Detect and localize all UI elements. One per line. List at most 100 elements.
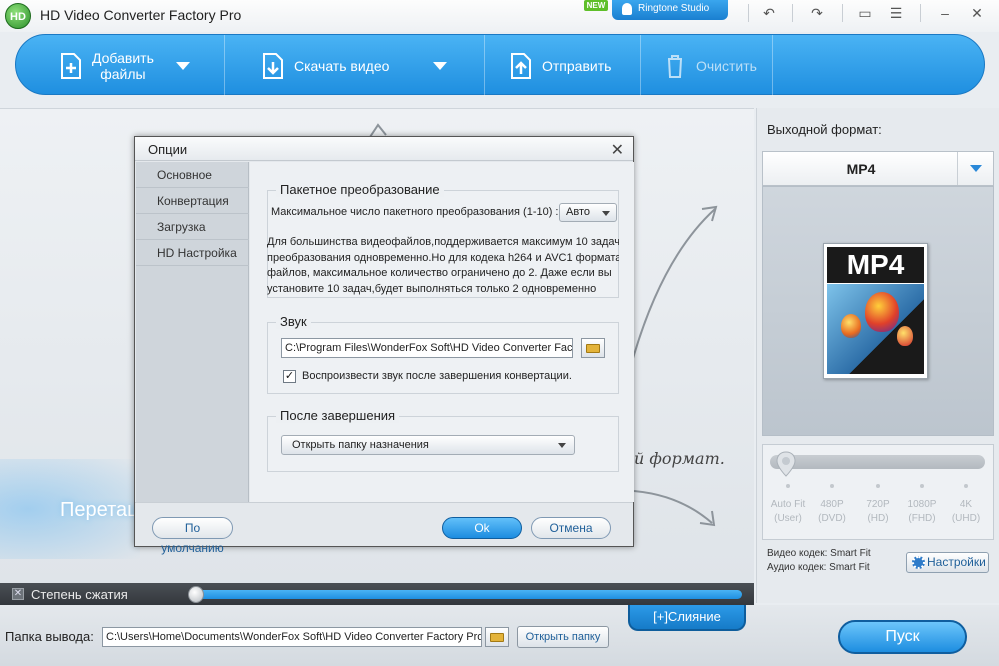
feedback-icon[interactable]: ▭ <box>854 2 876 24</box>
batch-info-line: Для большинства видеофайлов,поддерживает… <box>267 236 619 248</box>
download-dropdown-icon[interactable] <box>433 62 447 70</box>
dialog-title: Опции <box>148 142 188 157</box>
quality-label-top: Auto Fit <box>770 499 806 510</box>
gear-icon <box>912 556 925 569</box>
clear-label: Очистить <box>696 57 757 74</box>
close-icon[interactable]: ✕ <box>611 140 624 160</box>
separator <box>748 4 749 22</box>
separator <box>640 35 641 96</box>
separator <box>920 4 921 22</box>
batch-max-label: Максимальное число пакетного преобразова… <box>271 206 559 218</box>
dialog-nav: Основное Конвертация Загрузка HD Настрой… <box>136 162 249 502</box>
add-files-label-line1: Добавить <box>92 49 154 66</box>
folder-icon <box>490 633 504 642</box>
output-format-label: Выходной формат: <box>767 122 882 137</box>
quality-label-bottom: (DVD) <box>818 513 846 524</box>
default-button[interactable]: По умолчанию <box>152 517 233 555</box>
main-toolbar: Добавить файлы Скачать видео Отправить О… <box>15 34 985 96</box>
separator <box>484 35 485 96</box>
nav-item-conversion[interactable]: Конвертация <box>136 188 249 214</box>
sound-group-title: Звук <box>276 314 311 329</box>
quality-tick <box>876 484 880 488</box>
compression-slider-handle[interactable] <box>188 586 204 603</box>
download-icon <box>262 52 284 79</box>
decorative-arrow-icon <box>629 205 718 370</box>
map-pin-icon[interactable] <box>776 451 796 477</box>
ok-button[interactable]: Ok <box>442 517 522 539</box>
send-button[interactable]: Отправить <box>510 35 611 96</box>
add-files-dropdown-icon[interactable] <box>176 62 190 70</box>
trash-icon <box>664 53 686 79</box>
separator <box>792 4 793 22</box>
quality-label-bottom: (UHD) <box>951 513 981 524</box>
batch-info-line: преобразования одновременно.Но для кодек… <box>267 252 619 264</box>
browse-output-folder-button[interactable] <box>485 627 509 647</box>
batch-group-title: Пакетное преобразование <box>276 182 444 197</box>
add-files-button[interactable]: Добавить файлы <box>60 35 154 96</box>
dialog-footer: По умолчанию Ok Отмена <box>135 502 633 555</box>
sound-file-input[interactable]: C:\Program Files\WonderFox Soft\HD Video… <box>281 338 573 358</box>
close-icon[interactable]: ✕ <box>966 2 988 24</box>
sound-group <box>267 322 619 394</box>
compression-slider[interactable] <box>190 590 742 599</box>
browse-sound-button[interactable] <box>581 338 605 358</box>
quality-label-bottom: (FHD) <box>908 513 936 524</box>
add-files-label: Добавить файлы <box>92 50 154 82</box>
folder-icon <box>586 344 600 353</box>
nav-item-download[interactable]: Загрузка <box>136 214 249 240</box>
after-completion-select[interactable]: Открыть папку назначения <box>281 435 575 455</box>
output-format-value: MP4 <box>846 161 876 177</box>
play-sound-label: Воспроизвести звук после завершения конв… <box>302 370 572 382</box>
quality-label-720p[interactable]: 720P (HD) <box>858 498 898 526</box>
quality-label-top: 1080P <box>907 499 937 510</box>
add-files-label-line2: файлы <box>100 65 146 82</box>
decorative-arrow-icon <box>633 490 716 527</box>
quality-label-auto[interactable]: Auto Fit (User) <box>768 498 808 526</box>
quality-label-1080p[interactable]: 1080P (FHD) <box>902 498 942 526</box>
quality-label-4k[interactable]: 4K (UHD) <box>946 498 986 526</box>
settings-button[interactable]: Настройки <box>906 552 989 573</box>
drop-hint-text: Перетащ <box>60 499 144 521</box>
output-folder-input[interactable]: C:\Users\Home\Documents\WonderFox Soft\H… <box>102 627 482 647</box>
batch-max-select[interactable]: Авто <box>559 203 617 222</box>
ringtone-studio-label: Ringtone Studio <box>638 3 710 14</box>
merge-button[interactable]: [+]Слияние <box>628 605 746 631</box>
cancel-button[interactable]: Отмена <box>531 517 611 539</box>
compression-label: Степень сжатия <box>31 587 128 602</box>
output-format-select[interactable]: MP4 <box>762 151 994 186</box>
send-label: Отправить <box>542 57 612 74</box>
quality-slider[interactable] <box>770 455 985 469</box>
quality-tick <box>964 484 968 488</box>
ringtone-studio-button[interactable]: Ringtone Studio <box>612 0 728 20</box>
undo-icon[interactable]: ↶ <box>758 2 780 24</box>
title-bar: HD HD Video Converter Factory Pro NEW Ri… <box>0 0 999 32</box>
nav-item-hd-settings[interactable]: HD Настройка <box>136 240 249 266</box>
balloon-image <box>827 284 924 374</box>
upload-icon <box>510 52 532 79</box>
app-title: HD Video Converter Factory Pro <box>40 7 242 23</box>
dialog-title-bar[interactable]: Опции ✕ <box>135 137 633 161</box>
quality-label-bottom: (User) <box>774 513 802 524</box>
download-video-button[interactable]: Скачать видео <box>262 35 389 96</box>
redo-icon[interactable]: ↷ <box>806 2 828 24</box>
chevron-down-icon[interactable] <box>957 152 993 185</box>
quality-label-bottom: (HD) <box>867 513 889 524</box>
nav-item-general[interactable]: Основное <box>136 162 249 188</box>
run-button[interactable]: Пуск <box>838 620 967 654</box>
separator <box>772 35 773 96</box>
minimize-icon[interactable]: – <box>934 2 956 24</box>
quality-tick <box>786 484 790 488</box>
quality-label-480p[interactable]: 480P (DVD) <box>812 498 852 526</box>
open-folder-button[interactable]: Открыть папку <box>517 626 609 648</box>
quality-tick <box>920 484 924 488</box>
quality-label-top: 480P <box>820 499 844 510</box>
clear-button[interactable]: Очистить <box>664 35 757 96</box>
notes-icon[interactable]: ☰ <box>885 2 907 24</box>
app-logo: HD <box>5 3 31 29</box>
quality-label-top: 4K <box>959 499 973 510</box>
compression-toggle-checkbox[interactable]: ✕ <box>12 588 24 600</box>
batch-info-line: установите 10 задач,будет выполняться то… <box>267 283 597 295</box>
add-file-icon <box>60 52 82 79</box>
new-badge: NEW <box>584 0 608 11</box>
play-sound-checkbox[interactable]: ✓ <box>283 370 296 383</box>
